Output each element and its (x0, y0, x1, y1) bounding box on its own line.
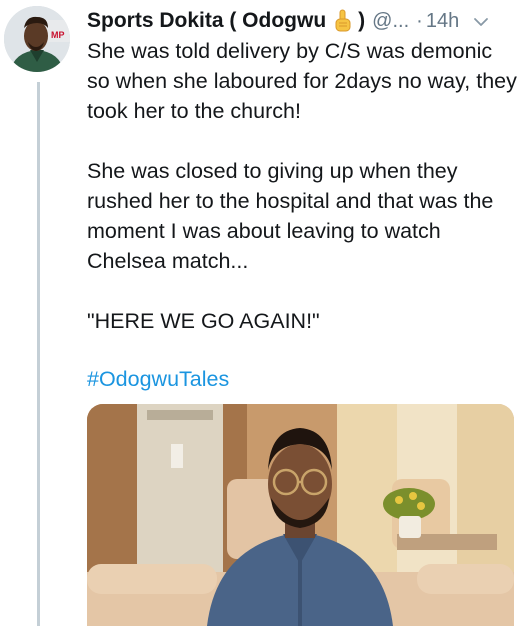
avatar[interactable]: MP (4, 6, 70, 72)
tweet-paragraph-3: "HERE WE GO AGAIN!" (87, 309, 320, 333)
avatar-image: MP (4, 6, 70, 72)
index-pointing-up-emoji (332, 9, 354, 33)
timestamp[interactable]: 14h (426, 10, 459, 33)
user-handle[interactable]: @... (372, 10, 409, 33)
display-name[interactable]: Sports Dokita ( Odogwu (87, 9, 326, 33)
separator-dot: · (416, 9, 423, 32)
tweet-header: Sports Dokita ( Odogwu ) @... · 14h (87, 6, 515, 36)
media-photo (87, 404, 514, 626)
hashtag-link[interactable]: #OdogwuTales (87, 364, 517, 394)
svg-text:MP: MP (51, 30, 65, 40)
tweet-media-image[interactable] (87, 404, 514, 626)
tweet-paragraph-2: She was closed to giving up when they ru… (87, 159, 494, 273)
tweet[interactable]: MP Sports Dokita ( Odogwu ) @... · 14h S… (0, 0, 521, 626)
thread-line (37, 82, 40, 626)
tweet-paragraph-1: She was told delivery by C/S was demonic… (87, 39, 517, 123)
tweet-text: She was told delivery by C/S was demonic… (87, 36, 517, 394)
chevron-down-icon[interactable] (473, 15, 489, 27)
display-name-close: ) (358, 9, 366, 32)
